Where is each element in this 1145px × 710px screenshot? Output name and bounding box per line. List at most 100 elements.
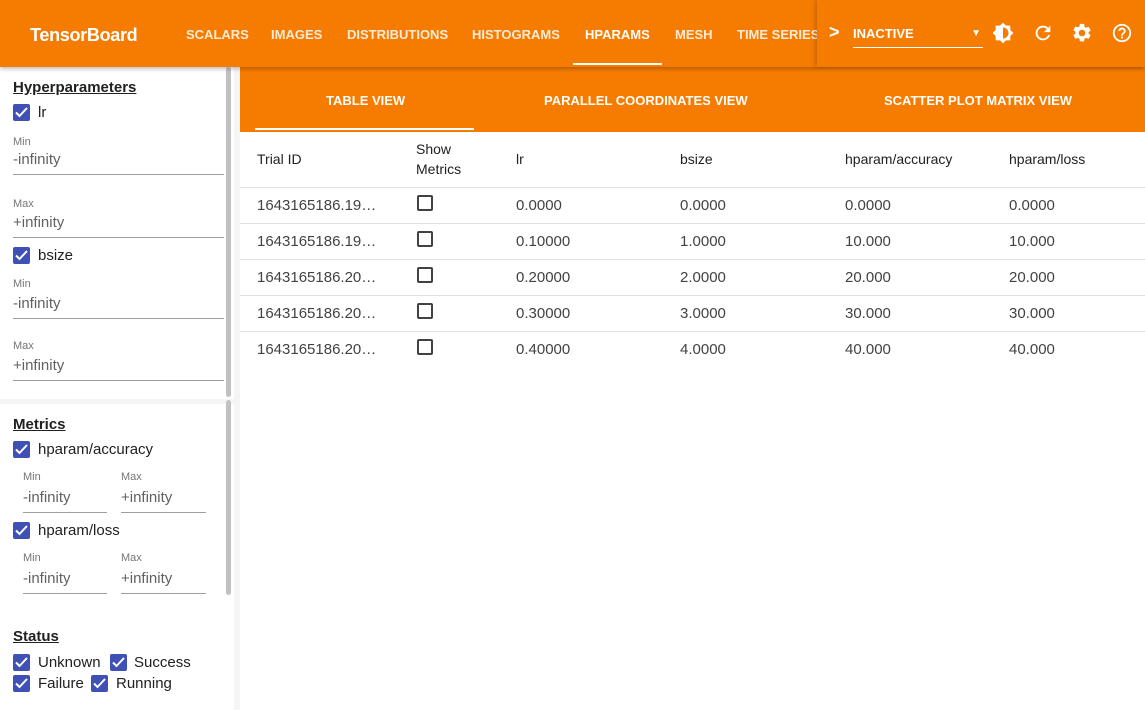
status-running-checkbox[interactable] <box>91 675 108 692</box>
row-divider <box>240 259 1145 260</box>
show-metrics-checkbox[interactable] <box>417 195 433 211</box>
status-success-label: Success <box>134 654 191 671</box>
bsize-cell: 4.0000 <box>680 341 726 358</box>
accuracy-cell: 30.000 <box>845 305 891 322</box>
trial-id-cell: 1643165186.20… <box>257 269 377 286</box>
chevron-down-icon: ▼ <box>971 28 981 39</box>
bsize-cell: 0.0000 <box>680 197 726 214</box>
lr-cell: 0.40000 <box>516 341 571 358</box>
accuracy-cell: 20.000 <box>845 269 891 286</box>
accuracy-min-underline <box>23 512 107 513</box>
status-unknown-checkbox[interactable] <box>13 654 30 671</box>
run-state-value: INACTIVE <box>853 26 914 41</box>
hyperparameters-title: Hyperparameters <box>13 79 137 96</box>
accuracy-max-label: Max <box>121 471 142 483</box>
tab-histograms[interactable]: HISTOGRAMS <box>472 27 560 42</box>
toolbar-actions: > INACTIVE ▼ <box>817 0 1145 67</box>
top-app-bar: TensorBoard SCALARS IMAGES DISTRIBUTIONS… <box>0 0 1145 67</box>
bsize-max-underline <box>13 380 224 381</box>
loss-label: hparam/loss <box>38 522 120 539</box>
loss-max-underline <box>121 593 206 594</box>
status-failure-checkbox[interactable] <box>13 675 30 692</box>
bsize-cell: 2.0000 <box>680 269 726 286</box>
app-brand[interactable]: TensorBoard <box>30 25 138 46</box>
loss-cell: 0.0000 <box>1009 197 1055 214</box>
refresh-icon[interactable] <box>1032 22 1054 44</box>
run-state-select[interactable]: INACTIVE ▼ <box>853 26 983 48</box>
lr-min-underline <box>13 174 224 175</box>
accuracy-min-input[interactable]: -infinity <box>23 489 71 506</box>
more-tabs-chevron-icon[interactable]: > <box>829 22 840 43</box>
help-icon[interactable] <box>1111 22 1133 44</box>
show-metrics-checkbox[interactable] <box>417 303 433 319</box>
status-panel: Status Unknown Success Failure Running <box>0 616 234 710</box>
lr-max-label: Max <box>13 198 34 210</box>
lr-cell: 0.20000 <box>516 269 571 286</box>
header-loss[interactable]: hparam/loss <box>1009 151 1085 167</box>
row-divider <box>240 223 1145 224</box>
bsize-checkbox[interactable] <box>13 247 30 264</box>
loss-min-underline <box>23 593 107 594</box>
accuracy-min-label: Min <box>23 471 41 483</box>
bsize-max-label: Max <box>13 340 34 352</box>
header-show-metrics-line2: Metrics <box>416 161 462 177</box>
bsize-label: bsize <box>38 247 74 264</box>
tab-parallel-coordinates-view[interactable]: PARALLEL COORDINATES VIEW <box>544 93 748 108</box>
trial-id-cell: 1643165186.19… <box>257 233 377 250</box>
accuracy-cell: 40.000 <box>845 341 891 358</box>
header-show-metrics-line1: Show <box>416 141 452 157</box>
show-metrics-checkbox[interactable] <box>417 267 433 283</box>
tab-time-series[interactable]: TIME SERIES <box>737 27 817 42</box>
bsize-min-label: Min <box>13 278 31 290</box>
bsize-min-input[interactable]: -infinity <box>13 295 61 312</box>
status-unknown-label: Unknown <box>38 654 101 671</box>
status-success-checkbox[interactable] <box>110 654 127 671</box>
tab-scatter-plot-matrix-view[interactable]: SCATTER PLOT MATRIX VIEW <box>884 93 1072 108</box>
trial-id-cell: 1643165186.20… <box>257 341 377 358</box>
gear-icon[interactable] <box>1071 22 1093 44</box>
lr-max-input[interactable]: +infinity <box>13 214 64 231</box>
tab-scalars[interactable]: SCALARS <box>186 27 249 42</box>
tab-images[interactable]: IMAGES <box>271 27 322 42</box>
accuracy-max-underline <box>121 512 206 513</box>
show-metrics-checkbox[interactable] <box>417 339 433 355</box>
lr-checkbox[interactable] <box>13 104 30 121</box>
loss-min-input[interactable]: -infinity <box>23 570 71 587</box>
lr-label: lr <box>38 104 47 121</box>
sidebar-scrollbar[interactable] <box>226 67 231 397</box>
tab-distributions[interactable]: DISTRIBUTIONS <box>347 27 448 42</box>
lr-cell: 0.30000 <box>516 305 571 322</box>
show-metrics-checkbox[interactable] <box>417 231 433 247</box>
metrics-scrollbar[interactable] <box>226 400 231 595</box>
tab-table-view[interactable]: TABLE VIEW <box>326 93 405 108</box>
nav-tabs: TensorBoard SCALARS IMAGES DISTRIBUTIONS… <box>0 0 817 67</box>
lr-cell: 0.0000 <box>516 197 562 214</box>
loss-cell: 10.000 <box>1009 233 1055 250</box>
accuracy-max-input[interactable]: +infinity <box>121 489 172 506</box>
header-accuracy[interactable]: hparam/accuracy <box>845 151 952 167</box>
accuracy-cell: 0.0000 <box>845 197 891 214</box>
active-view-indicator <box>255 128 474 130</box>
brightness-icon[interactable] <box>992 22 1014 44</box>
status-title: Status <box>13 628 59 645</box>
hyperparameters-panel: Hyperparameters lr Min -infinity Max +in… <box>0 67 234 399</box>
lr-min-input[interactable]: -infinity <box>13 151 61 168</box>
loss-cell: 40.000 <box>1009 341 1055 358</box>
tab-hparams[interactable]: HPARAMS <box>585 27 650 42</box>
status-failure-label: Failure <box>38 675 84 692</box>
row-divider <box>240 295 1145 296</box>
filter-sidebar: Hyperparameters lr Min -infinity Max +in… <box>0 67 240 710</box>
loss-checkbox[interactable] <box>13 522 30 539</box>
header-trial-id[interactable]: Trial ID <box>257 151 302 167</box>
view-tabs: TABLE VIEW PARALLEL COORDINATES VIEW SCA… <box>240 67 1145 132</box>
loss-max-input[interactable]: +infinity <box>121 570 172 587</box>
bsize-cell: 3.0000 <box>680 305 726 322</box>
header-lr[interactable]: lr <box>516 151 524 167</box>
bsize-max-input[interactable]: +infinity <box>13 357 64 374</box>
metrics-title: Metrics <box>13 416 66 433</box>
tab-mesh[interactable]: MESH <box>675 27 713 42</box>
accuracy-checkbox[interactable] <box>13 441 30 458</box>
header-divider <box>240 187 1145 188</box>
status-running-label: Running <box>116 675 172 692</box>
header-bsize[interactable]: bsize <box>680 151 713 167</box>
